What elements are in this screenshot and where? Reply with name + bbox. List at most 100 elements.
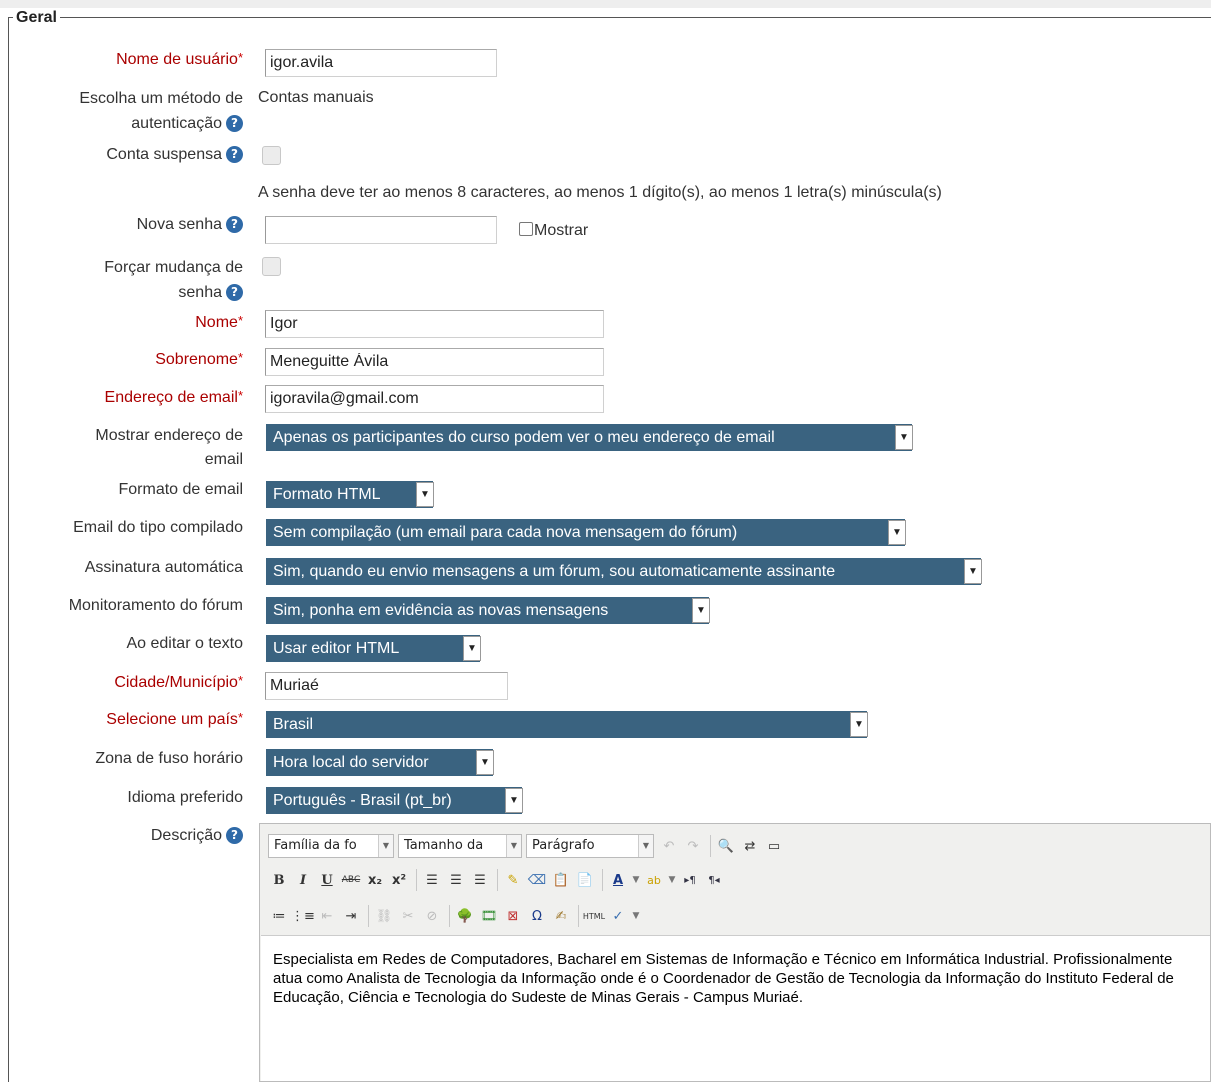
- chevron-down-icon[interactable]: ▼: [631, 869, 641, 891]
- indent-icon[interactable]: ⇥: [340, 905, 362, 927]
- paste-word-icon[interactable]: 📄: [574, 869, 596, 891]
- help-icon[interactable]: ?: [226, 146, 243, 164]
- chevron-down-icon: ▼: [850, 712, 868, 737]
- replace-icon[interactable]: ⇄: [739, 835, 761, 857]
- country-select[interactable]: Brasil ▼: [266, 711, 868, 738]
- highlight-color-icon[interactable]: ab: [643, 869, 665, 891]
- font-color-icon[interactable]: A: [607, 869, 629, 891]
- rtl-icon[interactable]: ¶◂: [703, 869, 725, 891]
- eraser-icon[interactable]: ⌫: [526, 869, 548, 891]
- nolink-icon[interactable]: ⊘: [421, 905, 443, 927]
- cleanup-icon[interactable]: ✎: [502, 869, 524, 891]
- chevron-down-icon: ▼: [378, 835, 393, 857]
- firstname-input[interactable]: [265, 310, 604, 338]
- help-icon[interactable]: ?: [226, 284, 243, 302]
- bullet-list-icon[interactable]: ≔: [268, 905, 290, 927]
- edit-html-icon[interactable]: ✍: [550, 905, 572, 927]
- subscript-icon[interactable]: x₂: [364, 869, 386, 891]
- show-password-toggle[interactable]: Mostrar: [519, 219, 588, 243]
- toolbar-separator: [497, 869, 498, 891]
- auth-label: Escolha um método de autenticação?: [79, 90, 243, 133]
- description-editor: Família da fo ▼ Tamanho da ▼ Parágrafo ▼ ↶ …: [259, 823, 1211, 1082]
- maildigest-select[interactable]: Sem compilação (um email para cada nova …: [266, 519, 906, 546]
- chevron-down-icon: ▼: [964, 559, 982, 584]
- special-char-icon[interactable]: Ω: [526, 905, 548, 927]
- top-bar: [0, 0, 1211, 8]
- timezone-label: Zona de fuso horário: [95, 750, 243, 767]
- font-size-select[interactable]: Tamanho da ▼: [398, 834, 522, 858]
- fullscreen-icon[interactable]: ▭: [763, 835, 785, 857]
- help-icon[interactable]: ?: [226, 216, 243, 234]
- auth-value: Contas manuais: [258, 89, 374, 106]
- help-icon[interactable]: ?: [226, 115, 243, 133]
- manage-files-icon[interactable]: ⊠: [502, 905, 524, 927]
- trackforums-select[interactable]: Sim, ponha em evidência as novas mensage…: [266, 597, 710, 624]
- password-rule-text: A senha deve ter ao menos 8 caracteres, …: [258, 184, 942, 201]
- autosubscribe-label: Assinatura automática: [84, 559, 243, 576]
- fieldset-legend: Geral: [13, 8, 60, 28]
- lastname-label: Sobrenome*: [155, 350, 243, 368]
- fieldset-border-top: [8, 17, 1211, 18]
- new-password-input[interactable]: [265, 216, 497, 244]
- find-icon[interactable]: 🔍: [715, 835, 737, 857]
- outdent-icon[interactable]: ⇤: [316, 905, 338, 927]
- lang-select[interactable]: Português - Brasil (pt_br) ▼: [266, 787, 523, 814]
- email-input[interactable]: [265, 385, 604, 413]
- help-icon[interactable]: ?: [226, 827, 243, 845]
- suspended-checkbox[interactable]: [262, 146, 281, 165]
- superscript-icon[interactable]: x²: [388, 869, 410, 891]
- show-password-checkbox[interactable]: [519, 222, 533, 236]
- city-input[interactable]: [265, 672, 508, 700]
- description-text: Especialista em Redes de Computadores, B…: [273, 951, 1174, 1006]
- strikethrough-icon[interactable]: ABC: [340, 869, 362, 891]
- numbered-list-icon[interactable]: ⋮≡: [291, 905, 315, 927]
- unlink-icon[interactable]: ✂: [397, 905, 419, 927]
- mailformat-select[interactable]: Formato HTML ▼: [266, 481, 434, 508]
- underline-icon[interactable]: U: [316, 869, 338, 891]
- mailformat-label: Formato de email: [118, 481, 244, 498]
- editor-toolbar-row-2: B I U ABC x₂ x² ☰ ☰ ☰ ✎ ⌫ 📋 📄 A ▼ ab ▼ ▸…: [268, 866, 727, 894]
- chevron-down-icon: ▼: [638, 835, 653, 857]
- chevron-down-icon[interactable]: ▼: [631, 905, 641, 927]
- toolbar-separator: [416, 869, 417, 891]
- redo-icon[interactable]: ↷: [682, 835, 704, 857]
- toolbar-separator: [602, 869, 603, 891]
- chevron-down-icon: ▼: [416, 482, 434, 507]
- maildigest-label: Email do tipo compilado: [73, 519, 243, 536]
- italic-icon[interactable]: I: [292, 869, 314, 891]
- chevron-down-icon: ▼: [895, 425, 913, 450]
- toolbar-separator: [368, 905, 369, 927]
- lastname-input[interactable]: [265, 348, 604, 376]
- font-family-select[interactable]: Família da fo ▼: [268, 834, 394, 858]
- align-left-icon[interactable]: ☰: [421, 869, 443, 891]
- htmleditor-select[interactable]: Usar editor HTML ▼: [266, 635, 481, 662]
- undo-icon[interactable]: ↶: [658, 835, 680, 857]
- htmleditor-label: Ao editar o texto: [126, 635, 243, 652]
- toolbar-separator: [449, 905, 450, 927]
- media-icon[interactable]: 🎞: [478, 905, 500, 927]
- paste-text-icon[interactable]: 📋: [550, 869, 572, 891]
- autosubscribe-select[interactable]: Sim, quando eu envio mensagens a um fóru…: [266, 558, 982, 585]
- force-change-checkbox[interactable]: [262, 257, 281, 276]
- force-change-label: Forçar mudança de senha?: [104, 259, 243, 302]
- country-label: Selecione um país*: [106, 710, 243, 728]
- lang-label: Idioma preferido: [127, 789, 243, 806]
- firstname-label: Nome*: [195, 313, 243, 331]
- html-source-icon[interactable]: HTML: [583, 905, 605, 927]
- username-label: Nome de usuário*: [116, 50, 243, 68]
- maildisplay-label: Mostrar endereço de email: [95, 427, 243, 468]
- align-center-icon[interactable]: ☰: [445, 869, 467, 891]
- chevron-down-icon[interactable]: ▼: [667, 869, 677, 891]
- editor-content[interactable]: Especialista em Redes de Computadores, B…: [261, 935, 1210, 1081]
- username-input[interactable]: [265, 49, 497, 77]
- format-select[interactable]: Parágrafo ▼: [526, 834, 654, 858]
- image-icon[interactable]: 🌳: [454, 905, 476, 927]
- new-password-label: Nova senha?: [137, 213, 243, 237]
- maildisplay-select[interactable]: Apenas os participantes do curso podem v…: [266, 424, 913, 451]
- timezone-select[interactable]: Hora local do servidor ▼: [266, 749, 494, 776]
- spellcheck-icon[interactable]: ✓: [607, 905, 629, 927]
- bold-icon[interactable]: B: [268, 869, 290, 891]
- ltr-icon[interactable]: ▸¶: [679, 869, 701, 891]
- link-icon[interactable]: ⛓: [373, 905, 395, 927]
- align-right-icon[interactable]: ☰: [469, 869, 491, 891]
